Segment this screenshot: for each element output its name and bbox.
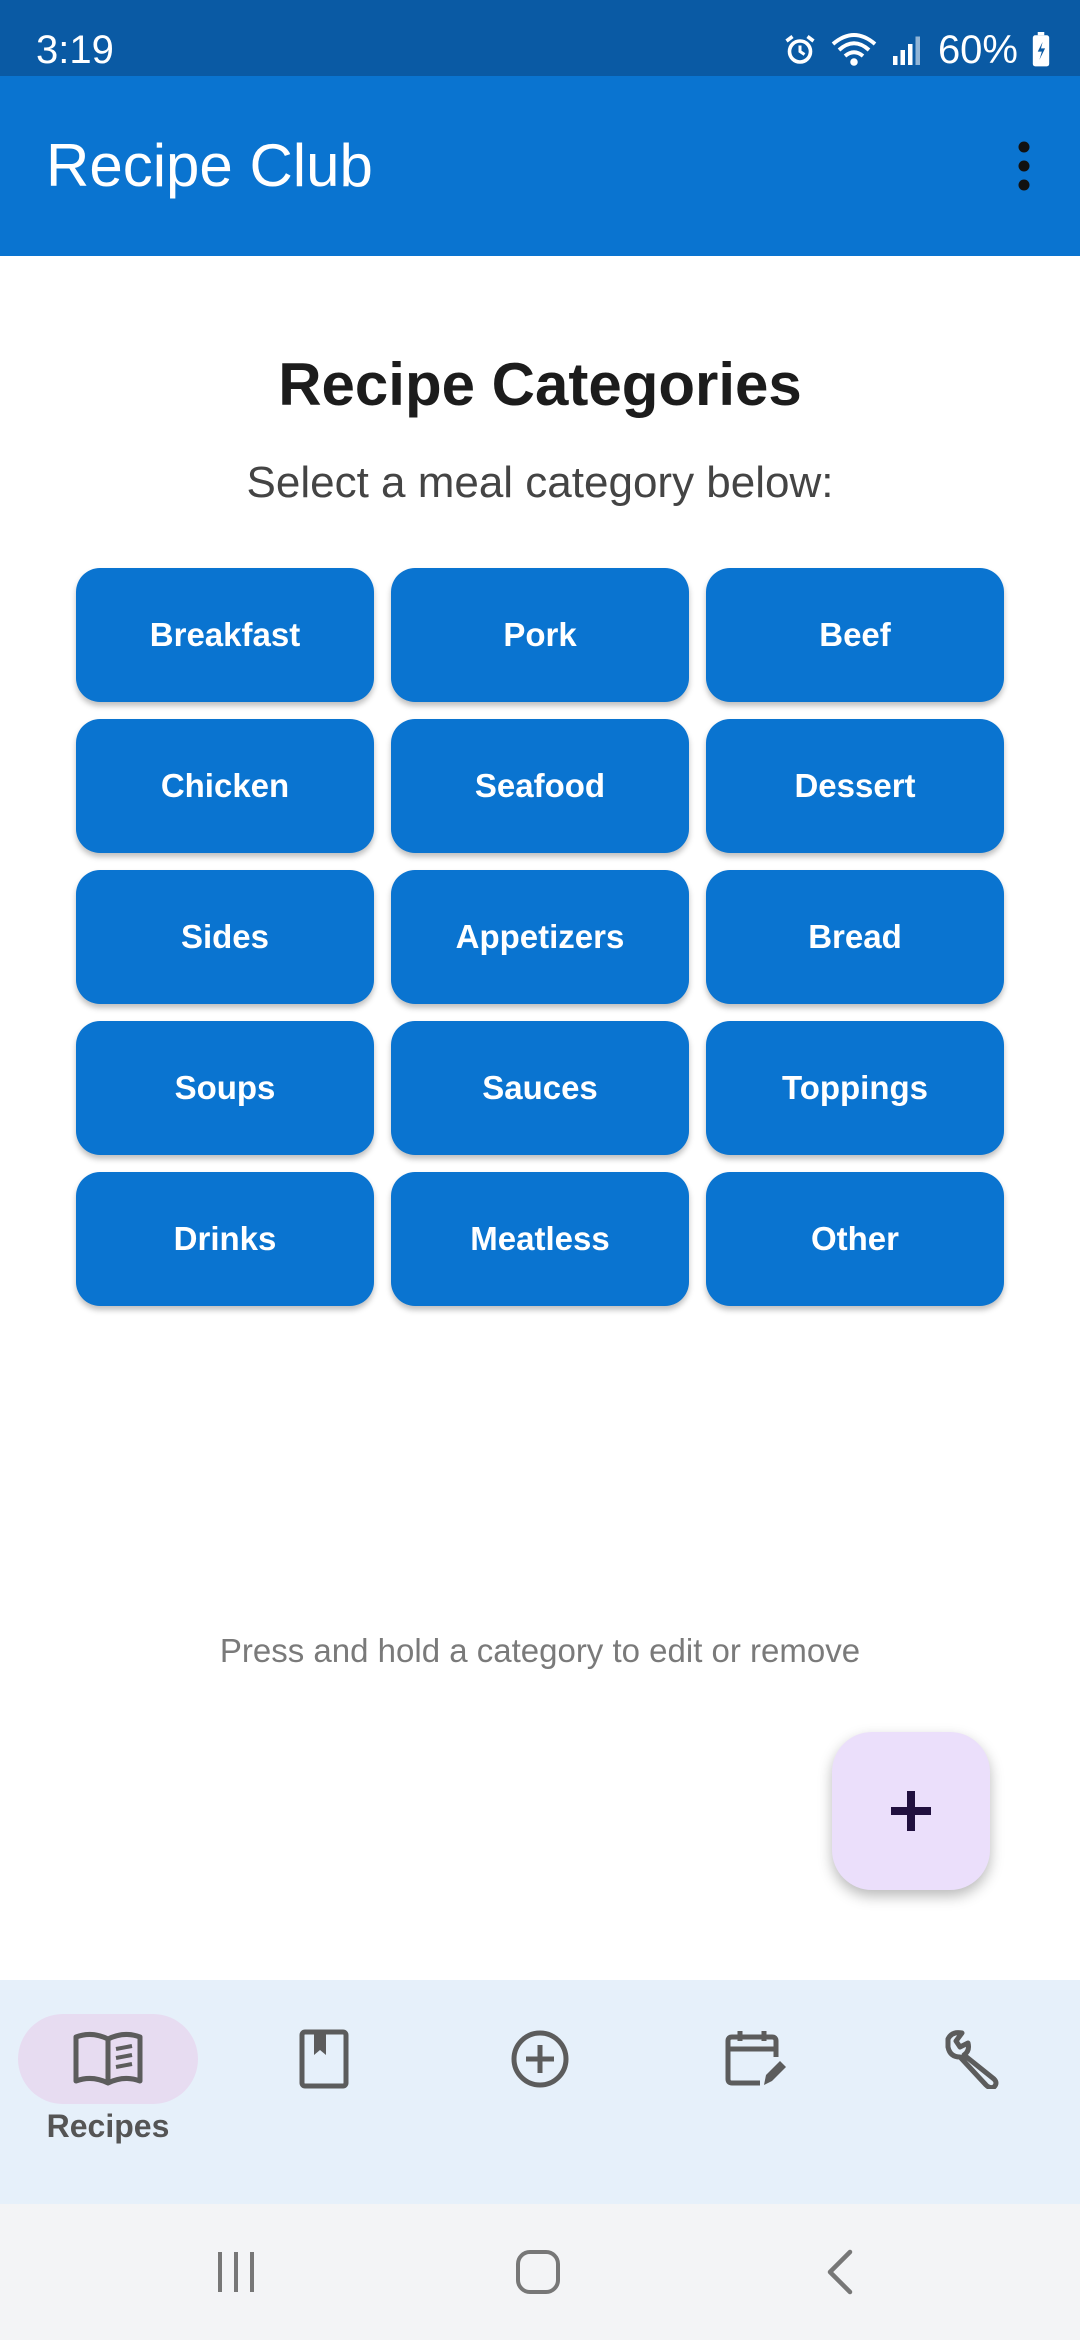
recents-icon [218, 2252, 254, 2292]
screen: 3:19 60% Recipe Club Recipe Categories S… [0, 0, 1080, 2340]
page-title: Recipe Categories [278, 351, 802, 418]
bookmark-book-icon [299, 2029, 349, 2089]
category-button-seafood[interactable]: Seafood [391, 719, 689, 853]
category-button-soups[interactable]: Soups [76, 1021, 374, 1155]
status-time: 3:19 [36, 28, 114, 72]
nav-item-saved[interactable] [216, 1980, 432, 2204]
category-button-pork[interactable]: Pork [391, 568, 689, 702]
category-button-toppings[interactable]: Toppings [706, 1021, 1004, 1155]
app-title: Recipe Club [46, 132, 373, 199]
plus-icon [891, 1791, 931, 1831]
category-button-beef[interactable]: Beef [706, 568, 1004, 702]
add-circle-icon [511, 2030, 569, 2088]
category-button-breakfast[interactable]: Breakfast [76, 568, 374, 702]
category-button-chicken[interactable]: Chicken [76, 719, 374, 853]
alarm-icon [782, 32, 818, 68]
category-button-bread[interactable]: Bread [706, 870, 1004, 1004]
back-icon [827, 2249, 853, 2295]
category-button-sides[interactable]: Sides [76, 870, 374, 1004]
category-button-dessert[interactable]: Dessert [706, 719, 1004, 853]
status-icons: 60% [782, 0, 1052, 76]
calendar-edit-icon [725, 2031, 786, 2086]
category-button-other[interactable]: Other [706, 1172, 1004, 1306]
nav-label-recipes: Recipes [46, 2108, 170, 2144]
nav-item-recipes[interactable]: Recipes [0, 1980, 216, 2204]
app-bar: Recipe Club [0, 76, 1080, 256]
category-grid: Breakfast Pork Beef Chicken Seafood Dess… [76, 568, 1004, 1306]
wifi-icon [830, 32, 878, 68]
bottom-navigation: Recipes [0, 1980, 1080, 2204]
home-icon [516, 2250, 560, 2294]
hint-text: Press and hold a category to edit or rem… [219, 1632, 861, 1669]
status-bar: 3:19 60% [0, 0, 1080, 76]
recents-button[interactable] [176, 2204, 296, 2340]
nav-item-tools[interactable] [864, 1980, 1080, 2204]
category-button-drinks[interactable]: Drinks [76, 1172, 374, 1306]
battery-percent: 60% [937, 27, 1018, 72]
overflow-menu-button[interactable] [982, 124, 1066, 208]
add-category-fab[interactable] [832, 1732, 990, 1890]
nav-item-meal-plan[interactable] [648, 1980, 864, 2204]
page-subtitle: Select a meal category below: [246, 458, 834, 507]
category-button-appetizers[interactable]: Appetizers [391, 870, 689, 1004]
nav-item-add[interactable] [432, 1980, 648, 2204]
category-button-meatless[interactable]: Meatless [391, 1172, 689, 1306]
home-button[interactable] [478, 2204, 598, 2340]
open-book-icon [73, 2031, 143, 2086]
back-button[interactable] [780, 2204, 900, 2340]
signal-icon [890, 32, 926, 68]
category-button-sauces[interactable]: Sauces [391, 1021, 689, 1155]
battery-icon [1030, 32, 1052, 68]
system-navigation-bar [0, 2204, 1080, 2340]
more-vertical-icon [1018, 141, 1030, 191]
wrench-icon [945, 2030, 999, 2089]
